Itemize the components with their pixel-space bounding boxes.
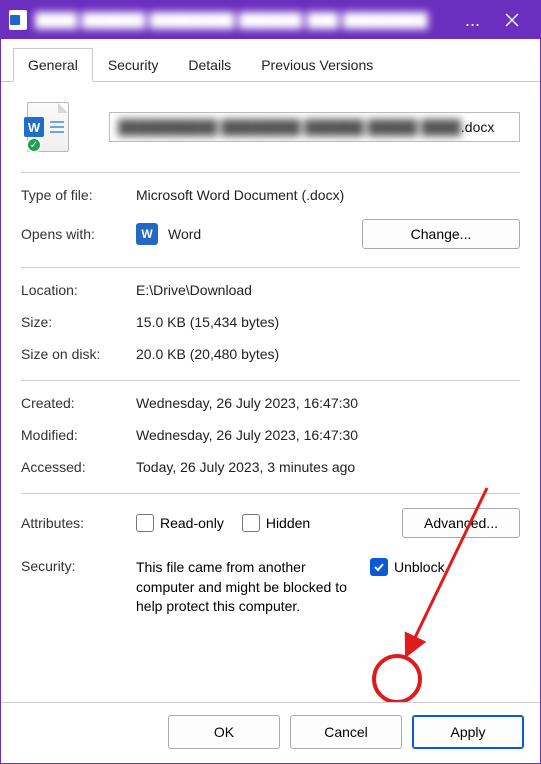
readonly-checkbox[interactable]: Read-only	[136, 514, 224, 532]
divider	[21, 493, 520, 494]
dialog-footer: OK Cancel Apply	[1, 702, 540, 763]
filename-blurred: ██████████ ████████ ██████ █████ ████	[118, 119, 461, 135]
tab-details[interactable]: Details	[173, 48, 246, 82]
created-label: Created:	[21, 395, 136, 411]
readonly-label-text: Read-only	[160, 515, 224, 531]
sync-check-icon: ✓	[26, 137, 42, 153]
hidden-label-text: Hidden	[266, 515, 310, 531]
type-of-file-label: Type of file:	[21, 187, 136, 203]
checkbox-box-icon	[136, 514, 154, 532]
size-label: Size:	[21, 314, 136, 330]
file-header: W ✓ ██████████ ████████ ██████ █████ ███…	[21, 96, 520, 168]
close-button[interactable]	[492, 1, 532, 39]
hidden-checkbox[interactable]: Hidden	[242, 514, 310, 532]
word-app-icon: W	[136, 223, 158, 245]
word-badge-icon: W	[24, 117, 44, 137]
divider	[21, 267, 520, 268]
unblock-checkbox[interactable]: Unblock	[370, 558, 445, 576]
window-title: ████ ██████ ████████ ██████ ███ ████████	[35, 12, 465, 29]
security-label: Security:	[21, 558, 136, 574]
size-on-disk-value: 20.0 KB (20,480 bytes)	[136, 346, 279, 362]
title-bar[interactable]: ████ ██████ ████████ ██████ ███ ████████…	[1, 1, 540, 39]
divider	[21, 172, 520, 173]
modified-label: Modified:	[21, 427, 136, 443]
change-button[interactable]: Change...	[362, 219, 520, 249]
file-type-icon: W ✓	[27, 102, 69, 152]
tab-general[interactable]: General	[13, 48, 93, 82]
tab-content: W ✓ ██████████ ████████ ██████ █████ ███…	[1, 82, 540, 702]
attributes-label: Attributes:	[21, 515, 136, 531]
annotation-circle	[372, 654, 422, 702]
size-value: 15.0 KB (15,434 bytes)	[136, 314, 279, 330]
location-label: Location:	[21, 282, 136, 298]
tab-strip: General Security Details Previous Versio…	[1, 39, 540, 82]
size-on-disk-label: Size on disk:	[21, 346, 136, 362]
unblock-label-text: Unblock	[394, 559, 445, 575]
advanced-button[interactable]: Advanced...	[402, 508, 520, 538]
apply-button[interactable]: Apply	[412, 715, 524, 749]
opens-with-value: Word	[168, 226, 201, 242]
cancel-button[interactable]: Cancel	[290, 715, 402, 749]
opens-with-label: Opens with:	[21, 226, 136, 242]
type-of-file-value: Microsoft Word Document (.docx)	[136, 187, 344, 203]
filename-extension: .docx	[461, 119, 494, 135]
checkbox-box-icon	[370, 558, 388, 576]
location-value: E:\Drive\Download	[136, 282, 252, 298]
tab-security[interactable]: Security	[93, 48, 174, 82]
filename-input[interactable]: ██████████ ████████ ██████ █████ ████ .d…	[109, 112, 520, 142]
checkbox-box-icon	[242, 514, 260, 532]
properties-dialog: ████ ██████ ████████ ██████ ███ ████████…	[0, 0, 541, 764]
created-value: Wednesday, 26 July 2023, 16:47:30	[136, 395, 358, 411]
ok-button[interactable]: OK	[168, 715, 280, 749]
accessed-label: Accessed:	[21, 459, 136, 475]
title-doc-icon	[9, 10, 27, 30]
accessed-value: Today, 26 July 2023, 3 minutes ago	[136, 459, 355, 475]
tab-previous-versions[interactable]: Previous Versions	[246, 48, 388, 82]
client-area: General Security Details Previous Versio…	[1, 39, 540, 763]
divider	[21, 380, 520, 381]
modified-value: Wednesday, 26 July 2023, 16:47:30	[136, 427, 358, 443]
security-text: This file came from another computer and…	[136, 558, 366, 617]
title-ellipsis: ...	[465, 10, 480, 31]
